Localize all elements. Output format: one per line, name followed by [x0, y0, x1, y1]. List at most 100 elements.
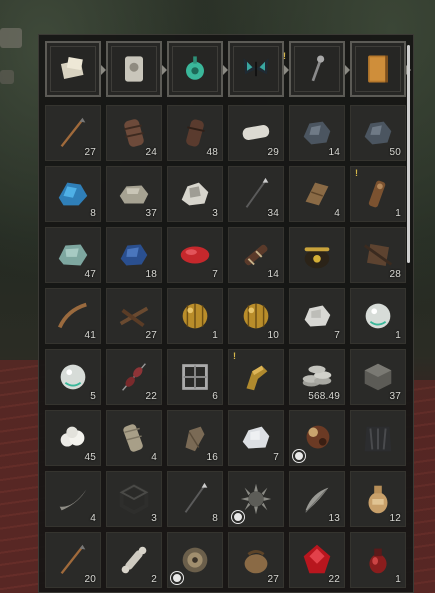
inventory-slot[interactable]: 8: [45, 166, 101, 222]
inventory-slot[interactable]: [289, 227, 345, 283]
white-rock-icon: [176, 175, 214, 213]
red-meat-icon: [176, 236, 214, 274]
equipment-slot[interactable]: [45, 41, 106, 97]
item-count: 29: [267, 147, 279, 158]
stone-tablet-icon: [116, 51, 152, 87]
inventory-slot[interactable]: 7: [289, 288, 345, 344]
inventory-slot[interactable]: 2: [106, 532, 162, 588]
item-count: 8: [90, 208, 96, 219]
inventory-slot[interactable]: 568.49: [289, 349, 345, 405]
inventory-slot[interactable]: 1: [350, 288, 406, 344]
inventory-slot[interactable]: 28: [350, 227, 406, 283]
cauldron-icon: [298, 236, 336, 274]
inventory-slot[interactable]: 14: [228, 227, 284, 283]
inventory-slot[interactable]: 14: [289, 105, 345, 161]
inventory-slot[interactable]: 1!: [350, 166, 406, 222]
inventory-slot[interactable]: 37: [350, 349, 406, 405]
new-item-marker: !: [233, 351, 236, 361]
inventory-slot[interactable]: 22: [106, 349, 162, 405]
inventory-grid: 27 24 48 29 14 50 8 37 3 34 4 1! 47 18 7 14 28 41 27 1 10 7 1 5…: [45, 105, 406, 588]
item-count: 2: [151, 574, 157, 585]
inventory-slot[interactable]: 48: [167, 105, 223, 161]
inventory-slot[interactable]: 24: [106, 105, 162, 161]
wood-block-icon: [298, 175, 336, 213]
item-count: 4: [151, 452, 157, 463]
inventory-slot[interactable]: 12: [350, 471, 406, 527]
totem-icon: [359, 175, 397, 213]
inventory-slot[interactable]: 5: [45, 349, 101, 405]
blue-crystal-icon: [54, 175, 92, 213]
inventory-slot[interactable]: 4: [106, 410, 162, 466]
item-count: 27: [84, 147, 96, 158]
inventory-slot[interactable]: 6: [167, 349, 223, 405]
long-arrow-icon: [176, 480, 214, 518]
inventory-slot[interactable]: 27: [228, 532, 284, 588]
inventory-scrollbar[interactable]: [407, 45, 410, 263]
equipment-slot[interactable]: [350, 41, 411, 97]
item-count: 8: [212, 513, 218, 524]
inventory-slot[interactable]: 29: [228, 105, 284, 161]
pearl-icon: [359, 297, 397, 335]
equipment-slot[interactable]: [167, 41, 228, 97]
inventory-slot[interactable]: 3: [106, 471, 162, 527]
journal-book-icon: [360, 51, 396, 87]
inventory-slot[interactable]: 4: [45, 471, 101, 527]
item-count: 3: [151, 513, 157, 524]
inventory-slot[interactable]: 18: [106, 227, 162, 283]
inventory-slot[interactable]: 45: [45, 410, 101, 466]
inventory-slot[interactable]: 47: [45, 227, 101, 283]
inventory-slot[interactable]: 27: [45, 105, 101, 161]
inventory-slot[interactable]: [289, 410, 345, 466]
status-badge-icon: [171, 572, 183, 584]
parchment-note-icon: [55, 51, 91, 87]
item-count: 12: [389, 513, 401, 524]
inventory-slot[interactable]: 10: [228, 288, 284, 344]
inventory-slot[interactable]: 34: [228, 166, 284, 222]
equipment-slot[interactable]: [289, 41, 350, 97]
inventory-slot[interactable]: [228, 471, 284, 527]
inventory-slot[interactable]: 4: [289, 166, 345, 222]
dark-cloak-icon: [359, 419, 397, 457]
item-count: 7: [212, 269, 218, 280]
inventory-slot[interactable]: 1: [350, 532, 406, 588]
item-count: 24: [145, 147, 157, 158]
item-count: 37: [145, 208, 157, 219]
butterfly-icon: [238, 51, 274, 87]
inventory-slot[interactable]: 13: [289, 471, 345, 527]
inventory-slot[interactable]: 7: [167, 227, 223, 283]
inventory-slot[interactable]: 37: [106, 166, 162, 222]
item-count: 16: [206, 452, 218, 463]
item-count: 22: [145, 391, 157, 402]
item-count: 568.49: [308, 391, 340, 402]
inventory-slot[interactable]: 41: [45, 288, 101, 344]
item-count: 5: [90, 391, 96, 402]
inventory-slot[interactable]: 1: [167, 288, 223, 344]
item-count: 13: [328, 513, 340, 524]
inventory-slot[interactable]: 22: [289, 532, 345, 588]
inventory-slot[interactable]: [167, 532, 223, 588]
gold-gauntlet-icon: [237, 358, 275, 396]
inventory-slot[interactable]: 50: [350, 105, 406, 161]
inventory-slot[interactable]: 16: [167, 410, 223, 466]
inventory-slot[interactable]: 3: [167, 166, 223, 222]
iron-cage-icon: [176, 358, 214, 396]
background-object: [0, 70, 14, 84]
status-badge-icon: [232, 511, 244, 523]
jade-amulet-icon: [177, 51, 213, 87]
bandage-roll-icon: [115, 419, 153, 457]
item-count: 28: [389, 269, 401, 280]
equipment-slot[interactable]: !: [228, 41, 289, 97]
inventory-slot[interactable]: [350, 410, 406, 466]
equipment-bar: !: [45, 41, 411, 97]
item-count: 14: [328, 147, 340, 158]
item-count: 34: [267, 208, 279, 219]
inventory-slot[interactable]: 8: [167, 471, 223, 527]
inventory-slot[interactable]: 27: [106, 288, 162, 344]
pearl-icon: [54, 358, 92, 396]
equipment-slot[interactable]: [106, 41, 167, 97]
inventory-slot[interactable]: 20: [45, 532, 101, 588]
item-count: 18: [145, 269, 157, 280]
inventory-slot[interactable]: 7: [228, 410, 284, 466]
inventory-slot[interactable]: !: [228, 349, 284, 405]
item-count: 37: [389, 391, 401, 402]
